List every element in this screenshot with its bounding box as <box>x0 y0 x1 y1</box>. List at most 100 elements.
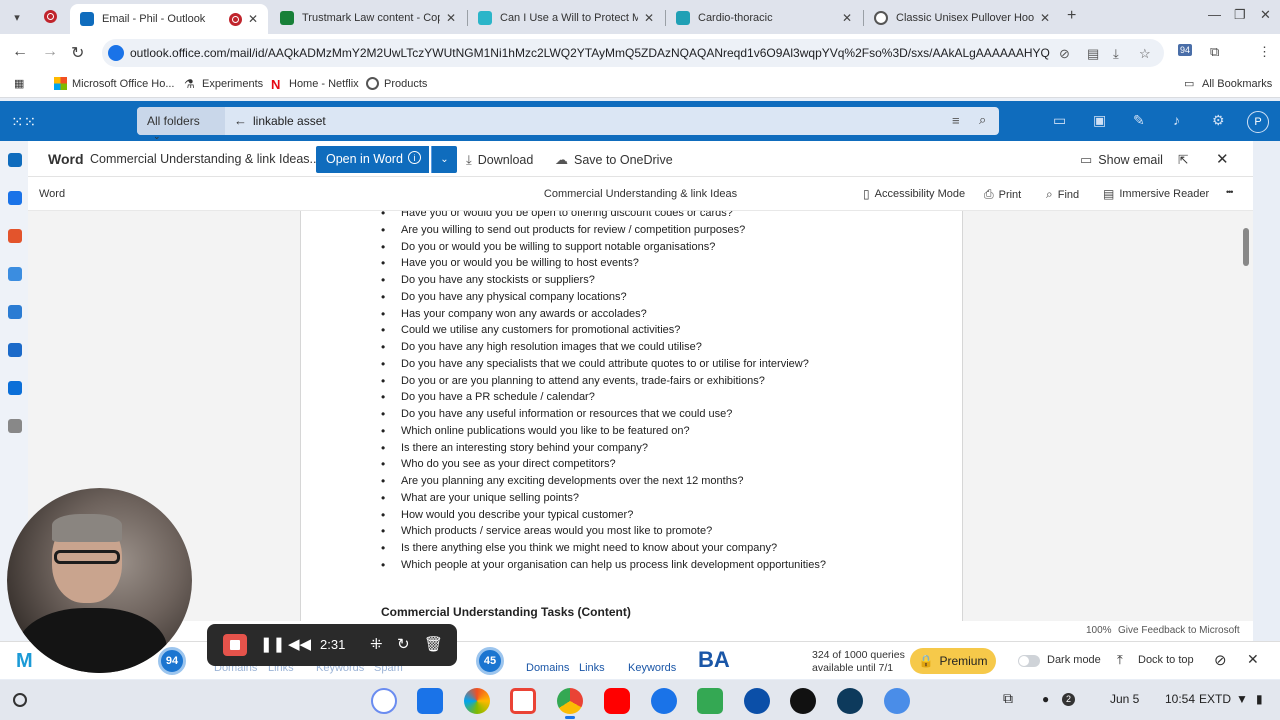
close-tab-icon[interactable]: ✕ <box>1040 11 1050 25</box>
youtube-app-icon[interactable] <box>604 688 630 714</box>
dock-to-top-button[interactable]: Dock to top <box>1138 654 1194 666</box>
copilot-icon[interactable] <box>8 229 22 243</box>
close-tab-icon[interactable]: ✕ <box>446 11 456 25</box>
org-icon[interactable] <box>8 343 22 357</box>
shelf-time[interactable]: 10:54 <box>1165 692 1195 706</box>
rewind-icon[interactable]: ◀◀ <box>288 635 311 653</box>
netflix-app-icon[interactable] <box>790 688 816 714</box>
scrollbar-thumb[interactable] <box>1243 228 1249 266</box>
show-email-button[interactable]: ▭ Show email <box>1080 152 1163 168</box>
wifi-icon[interactable]: ▼ <box>1236 692 1248 706</box>
mail-search[interactable]: All folders ⌄ ← linkable asset ≡ ⌕ <box>137 107 999 141</box>
bookmark-office[interactable]: Microsoft Office Ho... <box>54 77 175 90</box>
todo-icon[interactable] <box>8 305 22 319</box>
folder-scope-dropdown[interactable]: All folders ⌄ <box>137 107 225 141</box>
battery-icon[interactable]: ▮ <box>1256 692 1263 706</box>
back-arrow-icon[interactable]: ← <box>234 113 247 128</box>
bookmark-experiments[interactable]: ⚗ Experiments <box>184 77 263 91</box>
browser-menu-icon[interactable]: ⋮ <box>1258 44 1271 60</box>
minimize-icon[interactable]: — <box>1208 7 1221 22</box>
more-options-icon[interactable]: ••• <box>1226 187 1234 197</box>
dock-icon[interactable]: ⤒ <box>1117 652 1123 668</box>
files-app-icon[interactable] <box>417 688 443 714</box>
chat-icon[interactable]: ▭ <box>1053 112 1066 129</box>
download-button[interactable]: ⤓ Download <box>466 152 533 168</box>
back-icon[interactable]: ← <box>12 43 28 61</box>
bookmark-netflix[interactable]: N Home - Netflix <box>271 77 359 92</box>
gmail-app-icon[interactable] <box>510 688 536 714</box>
word-icon[interactable]: ▣ <box>1093 112 1106 129</box>
score-badge-right[interactable]: 45 <box>476 647 504 675</box>
install-app-icon[interactable]: ⤓ <box>1113 46 1119 62</box>
restore-icon[interactable]: ❐ <box>1234 7 1246 23</box>
save-onedrive-button[interactable]: ☁ Save to OneDrive <box>555 152 673 168</box>
immersive-reader-button[interactable]: ▤ Immersive Reader <box>1103 187 1209 201</box>
bookmark-products[interactable]: Products <box>366 77 427 90</box>
stop-recording-button[interactable] <box>223 634 247 656</box>
feedback-link[interactable]: Give Feedback to Microsoft <box>1118 625 1240 636</box>
reload-icon[interactable]: ↻ <box>71 43 84 63</box>
tab-trustmark[interactable]: Trustmark Law content - Copy ✕ <box>270 4 466 32</box>
meet-app-icon[interactable] <box>697 688 723 714</box>
all-bookmarks[interactable]: ▭ All Bookmarks <box>1184 77 1272 91</box>
more-apps-icon[interactable] <box>8 419 22 433</box>
mail-icon[interactable] <box>8 153 22 167</box>
app-launcher-icon[interactable]: ⁙⁙ <box>11 113 36 131</box>
keywords-link[interactable]: Keywords <box>628 662 676 674</box>
search-icon[interactable]: ⌕ <box>979 112 986 128</box>
calendar-icon[interactable] <box>8 191 22 205</box>
premium-button[interactable]: 🔒 Premium <box>910 648 996 674</box>
trash-icon[interactable]: 🗑 <box>424 635 443 653</box>
links-link[interactable]: Links <box>579 662 605 674</box>
notification-icon[interactable]: ● <box>1042 692 1049 706</box>
messages-app-icon[interactable] <box>651 688 677 714</box>
tab-outlook[interactable]: Email - Phil - Outlook ✕ <box>70 4 268 34</box>
tasks-icon[interactable]: ✎ <box>1133 112 1145 129</box>
extensions-puzzle-icon[interactable]: ⧉ <box>1210 44 1219 60</box>
app-icon[interactable] <box>884 688 910 714</box>
apps-grid-icon[interactable]: ▦ <box>14 77 24 90</box>
zoom-level[interactable]: 100% <box>1086 625 1112 636</box>
domains-link[interactable]: Domains <box>526 662 569 674</box>
avatar[interactable]: P <box>1247 111 1269 133</box>
disable-icon[interactable]: ⊘ <box>1214 651 1227 669</box>
copilot-app-icon[interactable] <box>464 688 490 714</box>
print-button[interactable]: ⎙ Print <box>984 187 1021 202</box>
search-input[interactable]: linkable asset <box>253 114 326 128</box>
bookmark-star-icon[interactable]: ☆ <box>1139 46 1151 62</box>
accessibility-mode-button[interactable]: ▯ Accessibility Mode <box>863 187 965 201</box>
tab-hoodie[interactable]: Classic Unisex Pullover Hoodie ✕ <box>864 4 1060 32</box>
pop-out-icon[interactable]: ⇱ <box>1178 152 1188 167</box>
new-tab-icon[interactable]: + <box>1067 7 1076 25</box>
close-tab-icon[interactable]: ✕ <box>842 11 852 25</box>
restart-icon[interactable]: ↻ <box>397 635 410 653</box>
url-text[interactable]: outlook.office.com/mail/id/AAQkADMzMmY2M… <box>130 46 1050 60</box>
webcam-overlay[interactable] <box>7 488 192 673</box>
tab-search-chevron-icon[interactable]: ▾ <box>6 6 28 28</box>
open-options-chevron-icon[interactable]: ⌄ <box>431 146 457 173</box>
extension-badge[interactable]: 94 <box>1178 44 1193 56</box>
notification-count[interactable]: 2 <box>1062 693 1075 706</box>
reading-mode-icon[interactable]: ▤ <box>1087 46 1099 62</box>
bell-icon[interactable]: ♪ <box>1173 112 1180 128</box>
dark-mode-toggle[interactable] <box>1018 655 1040 667</box>
shelf-date[interactable]: Jun 5 <box>1110 692 1139 706</box>
info-icon[interactable]: i <box>408 151 421 164</box>
grid-icon[interactable]: ⁜ <box>370 635 383 653</box>
launcher-icon[interactable] <box>13 693 27 707</box>
disney-app-icon[interactable] <box>837 688 863 714</box>
tab-will[interactable]: Can I Use a Will to Protect My E ✕ <box>468 4 664 32</box>
pause-icon[interactable]: ❚❚ <box>260 635 285 653</box>
screen-capture-icon[interactable]: ⧉ <box>1003 690 1013 707</box>
site-info-icon[interactable] <box>108 45 124 61</box>
gemini-app-icon[interactable] <box>371 688 397 714</box>
find-button[interactable]: ⌕ Find <box>1046 187 1079 202</box>
people-icon[interactable] <box>8 267 22 281</box>
filter-icon[interactable]: ≡ <box>952 113 960 128</box>
close-tab-icon[interactable]: ✕ <box>644 11 654 25</box>
forward-icon[interactable]: → <box>42 43 58 61</box>
gear-icon[interactable]: ⚙ <box>1212 112 1225 129</box>
close-bar-icon[interactable]: ✕ <box>1247 651 1259 668</box>
close-tab-icon[interactable]: ✕ <box>248 12 258 26</box>
chrome-app-icon[interactable] <box>557 688 583 714</box>
